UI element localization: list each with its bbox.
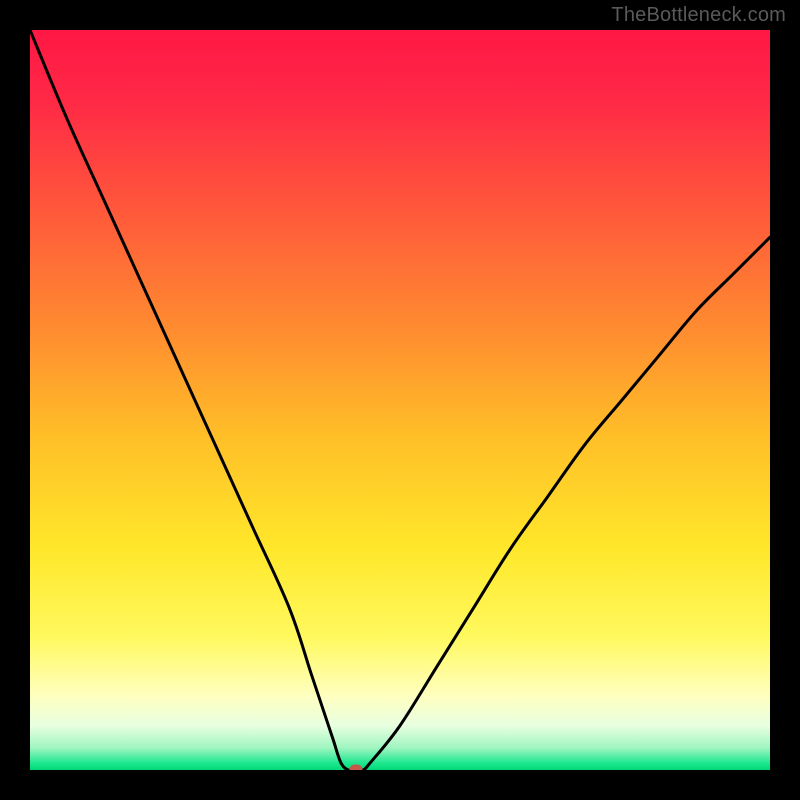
optimal-point-marker — [349, 765, 362, 771]
watermark-label: TheBottleneck.com — [611, 4, 786, 27]
bottleneck-curve — [30, 30, 770, 770]
chart-frame: TheBottleneck.com — [0, 0, 800, 800]
plot-area — [30, 30, 770, 770]
